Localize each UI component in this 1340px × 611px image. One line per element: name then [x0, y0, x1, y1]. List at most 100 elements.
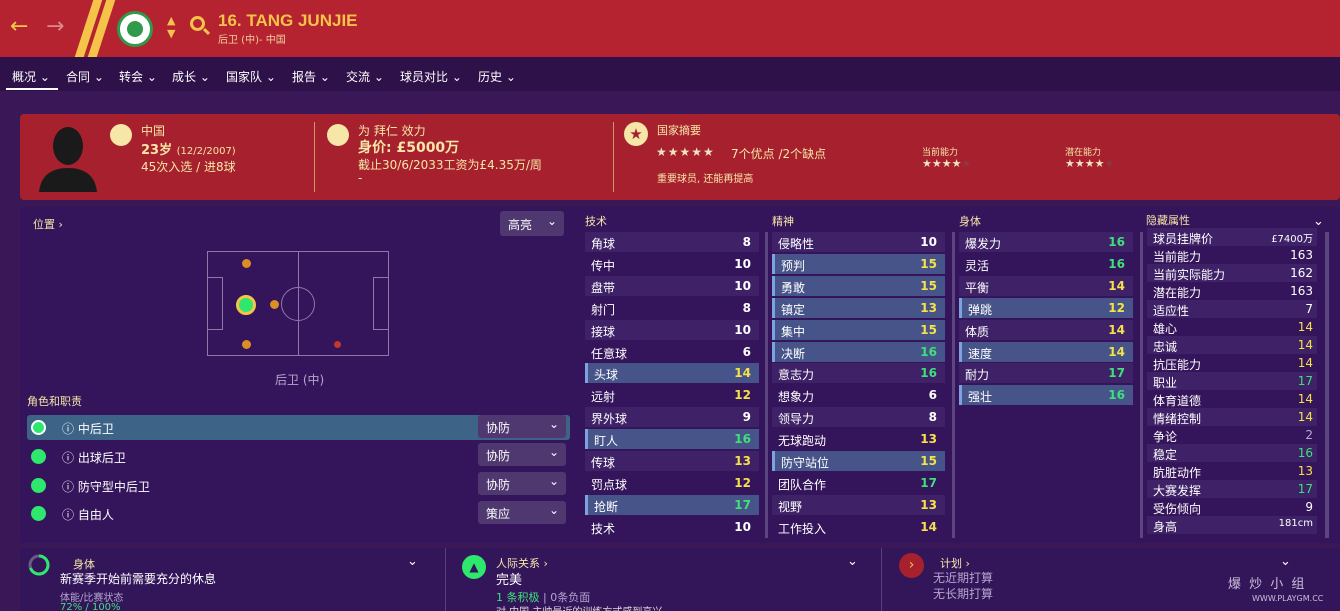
attribute-value: 7: [1305, 302, 1313, 316]
attribute-value: 16: [920, 366, 937, 381]
attribute-name: 爆发力: [965, 237, 1002, 251]
tab-compare[interactable]: 球员对比 ⌄: [400, 68, 462, 85]
duty-dropdown[interactable]: 协防 ⌄: [478, 415, 566, 438]
relationships-status: 完美: [496, 573, 523, 588]
attribute-name: 抢断: [594, 499, 619, 514]
attribute-name: 射门: [591, 302, 616, 317]
attribute-name: 体育道德: [1153, 394, 1202, 408]
attribute-value: 10: [734, 278, 751, 293]
summary-stars: ★★★★★: [656, 145, 715, 159]
duty-dropdown[interactable]: 策应 ⌄: [478, 501, 566, 524]
attribute-name: 侵略性: [778, 237, 815, 251]
tab-interaction[interactable]: 交流 ⌄: [346, 68, 384, 85]
hidden-attribute-row: 受伤倾向 9: [1147, 498, 1317, 516]
position-label[interactable]: 位置 ›: [33, 216, 63, 232]
attribute-value: 17: [1297, 482, 1313, 496]
tab-national-team[interactable]: 国家队 ⌄: [226, 68, 276, 85]
attribute-name: 团队合作: [778, 477, 827, 492]
player-age: 23岁 (12/2/2007): [141, 143, 236, 158]
hidden-attribute-row: 肮脏动作 13: [1147, 462, 1317, 480]
club-badge-icon: [327, 124, 349, 146]
attribute-name: 强壮: [968, 390, 993, 405]
attribute-value: 163: [1290, 248, 1313, 262]
attribute-row: 体质 14: [959, 319, 1133, 340]
fitness-expand-icon[interactable]: ⌄: [407, 554, 418, 569]
plans-short-term: 无近期打算: [933, 571, 994, 585]
scrollbar[interactable]: [1325, 232, 1329, 538]
hidden-attribute-row: 职业 17: [1147, 372, 1317, 390]
attribute-name: 预判: [781, 258, 806, 273]
attribute-row: 意志力 16: [772, 363, 945, 384]
attribute-row: 平衡 14: [959, 275, 1133, 296]
attribute-row: 技术 10: [585, 517, 759, 537]
search-icon[interactable]: [190, 16, 205, 31]
back-arrow-icon[interactable]: ←: [10, 14, 28, 39]
contract-info: 截止30/6/2033工资为£4.35万/周: [358, 158, 542, 172]
hidden-attribute-row: 体育道德 14: [1147, 390, 1317, 408]
forward-arrow-icon[interactable]: →: [46, 14, 64, 39]
attribute-value: 13: [1297, 464, 1313, 478]
pitch-diagram: [207, 251, 389, 356]
attribute-row: 盯人 16: [585, 429, 759, 450]
attribute-name: 头球: [594, 368, 619, 383]
highlight-dropdown[interactable]: 高亮 ⌄: [500, 211, 564, 236]
attribute-value: 12: [1108, 300, 1125, 315]
primary-position-dot: [236, 295, 256, 315]
watermark-url: WWW.PLAYGM.CC: [1252, 594, 1324, 603]
attribute-row: 镇定 13: [772, 297, 945, 318]
hidden-attribute-row: 当前能力 163: [1147, 246, 1317, 264]
attribute-name: 体质: [965, 324, 990, 339]
attribute-row: 强壮 16: [959, 385, 1133, 406]
tab-overview[interactable]: 概况 ⌄: [12, 68, 50, 85]
attribute-row: 视野 13: [772, 494, 945, 515]
plans-icon: ›: [899, 553, 924, 578]
hidden-attribute-row: 当前实际能力 162: [1147, 264, 1317, 282]
attribute-value: 17: [1297, 374, 1313, 388]
attribute-value: 12: [734, 475, 751, 490]
duty-dropdown[interactable]: 协防 ⌄: [478, 443, 566, 466]
technical-title: 技术: [585, 215, 607, 228]
attribute-row: 集中 15: [772, 319, 945, 340]
pros-cons[interactable]: 7个优点 /2个缺点: [731, 145, 826, 162]
hidden-attribute-row: 抗压能力 14: [1147, 354, 1317, 372]
tab-reports[interactable]: 报告 ⌄: [292, 68, 330, 85]
duty-dropdown[interactable]: 协防 ⌄: [478, 472, 566, 495]
attribute-name: 无球跑动: [778, 434, 827, 449]
attribute-row: 爆发力 16: [959, 232, 1133, 252]
attribute-value: 15: [920, 454, 937, 468]
attribute-row: 速度 14: [959, 341, 1133, 362]
attribute-row: 罚点球 12: [585, 473, 759, 493]
attribute-name: 当前实际能力: [1153, 268, 1226, 282]
attribute-row: 勇敢 15: [772, 275, 945, 296]
attribute-value: 16: [1108, 235, 1125, 249]
position-dot: [334, 341, 341, 348]
nation-name[interactable]: 中国: [141, 122, 165, 139]
player-value: 身价: £5000万: [358, 140, 460, 156]
attribute-value: 8: [742, 300, 751, 315]
attribute-value: 14: [734, 366, 751, 381]
tab-history[interactable]: 历史 ⌄: [478, 68, 516, 85]
attribute-value: 14: [1297, 320, 1313, 334]
attribute-row: 任意球 6: [585, 342, 759, 362]
attribute-name: 大赛发挥: [1153, 484, 1202, 498]
relationships-expand-icon[interactable]: ⌄: [847, 554, 858, 569]
attribute-name: 耐力: [965, 368, 990, 383]
tab-contract[interactable]: 合同 ⌄: [66, 68, 104, 85]
attribute-value: 12: [734, 388, 751, 403]
tab-development[interactable]: 成长 ⌄: [172, 68, 210, 85]
attribute-name: 身高: [1153, 520, 1178, 534]
prev-next-player-icon[interactable]: ▲ ▼: [167, 14, 175, 40]
attribute-row: 预判 15: [772, 253, 945, 274]
summary-note: 重要球员, 还能再提高: [657, 174, 754, 185]
relationships-icon: ▲: [462, 555, 486, 579]
club-crest-icon: [117, 11, 153, 47]
attribute-value: 15: [920, 278, 937, 293]
hidden-collapse-chevron-icon[interactable]: ⌄: [1313, 214, 1324, 229]
plans-expand-icon[interactable]: ⌄: [1280, 554, 1291, 569]
hidden-attribute-row: 适应性 7: [1147, 300, 1317, 318]
attribute-name: 职业: [1153, 376, 1178, 390]
tab-transfer[interactable]: 转会 ⌄: [119, 68, 157, 85]
star-badge-icon: ★: [624, 122, 648, 146]
hidden-attribute-row: 球员挂牌价 £7400万: [1147, 228, 1317, 246]
hidden-title: 隐藏属性: [1146, 214, 1190, 227]
